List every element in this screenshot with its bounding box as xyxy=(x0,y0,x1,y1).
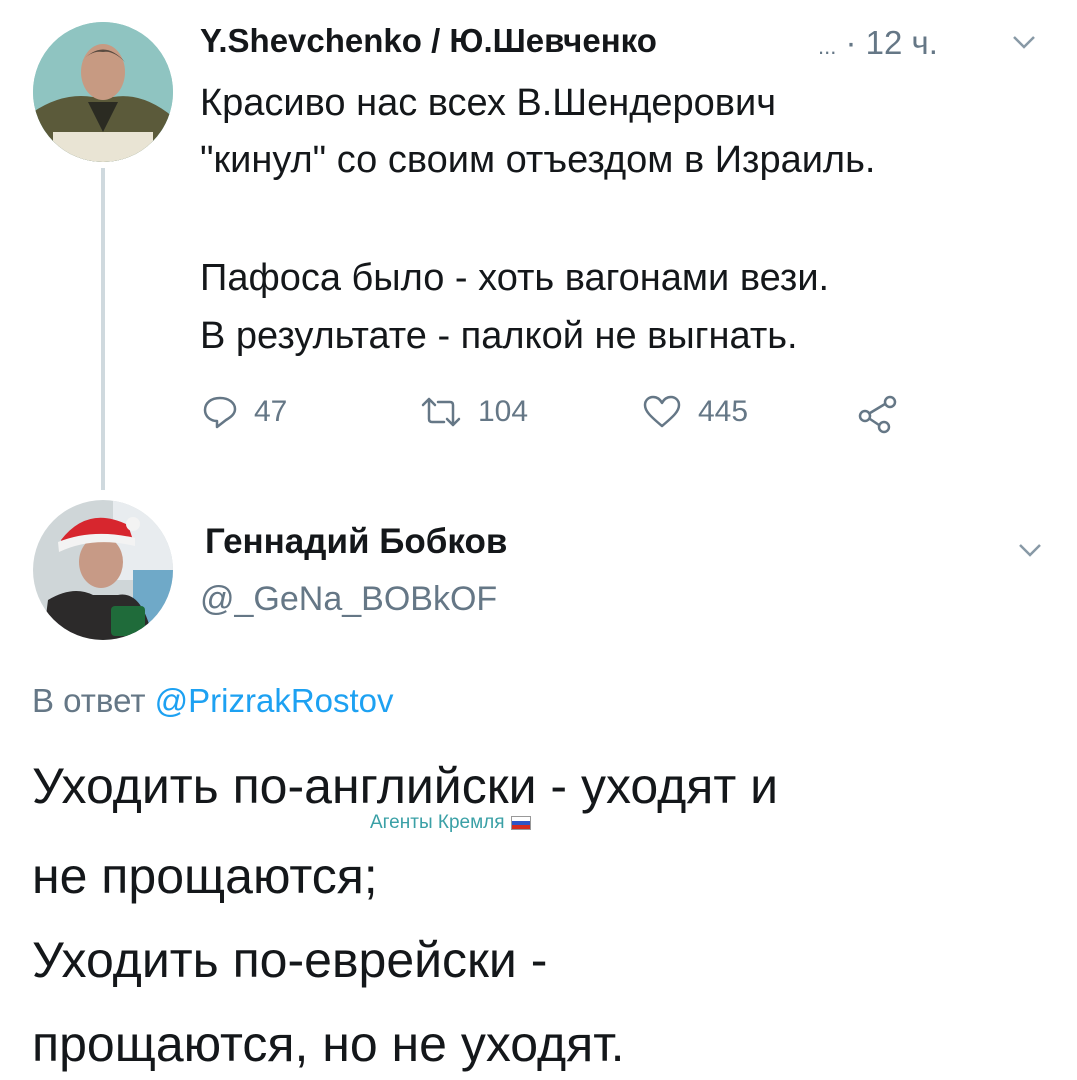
ellipsis: ... xyxy=(818,34,837,59)
share-button[interactable] xyxy=(856,394,916,434)
retweet-count: 104 xyxy=(478,395,529,428)
chevron-down-icon[interactable] xyxy=(1018,532,1042,566)
avatar-image xyxy=(33,500,173,640)
retweet-icon xyxy=(421,397,461,427)
reply-to-link[interactable]: @PrizrakRostov xyxy=(155,682,394,719)
tweet2-line-1: Уходить по-английски - уходят и xyxy=(32,758,779,814)
like-button[interactable]: 445 xyxy=(642,394,748,430)
tweet1-line-2: "кинул" со своим отъездом в Израиль. xyxy=(200,139,876,181)
tweet2-line-4: прощаются, но не уходят. xyxy=(32,1016,625,1072)
tweet1-line-4: В результате - палкой не выгнать. xyxy=(200,315,798,357)
tweet1-line-1: Красиво нас всех В.Шендерович xyxy=(200,82,777,124)
author-handle[interactable]: @_GeNa_BOBkOF xyxy=(200,580,497,619)
reply-count: 47 xyxy=(254,395,288,428)
tweet2-line-2: не прощаются; xyxy=(32,848,378,904)
avatar-image xyxy=(33,22,173,162)
like-icon xyxy=(643,395,681,428)
reply-context: В ответ @PrizrakRostov xyxy=(32,682,394,720)
tweet-meta: ... · 12 ч. xyxy=(818,24,938,62)
chevron-down-icon[interactable] xyxy=(1012,24,1036,58)
author-name-shevchenko[interactable]: Y.Shevchenko / Ю.Шевченко xyxy=(200,22,657,60)
tweet1-line-3: Пафоса было - хоть вагонами вези. xyxy=(200,257,830,299)
avatar-shevchenko[interactable] xyxy=(33,22,173,162)
reply-prefix: В ответ xyxy=(32,682,146,719)
watermark-text: Агенты Кремля xyxy=(370,812,505,833)
flag-icon xyxy=(510,816,531,830)
avatar-bobkov[interactable] xyxy=(33,500,173,640)
retweet-button[interactable]: 104 xyxy=(420,394,528,430)
like-count: 445 xyxy=(698,395,749,428)
share-icon xyxy=(858,395,897,434)
thread-line xyxy=(101,168,105,490)
author-name-bobkov[interactable]: Геннадий Бобков xyxy=(205,522,507,562)
watermark: Агенты Кремля xyxy=(370,812,531,834)
reply-icon xyxy=(203,396,237,429)
tweet-time[interactable]: · 12 ч. xyxy=(846,24,938,61)
reply-button[interactable]: 47 xyxy=(202,394,287,430)
tweet2-line-3: Уходить по-еврейски - xyxy=(32,932,548,988)
